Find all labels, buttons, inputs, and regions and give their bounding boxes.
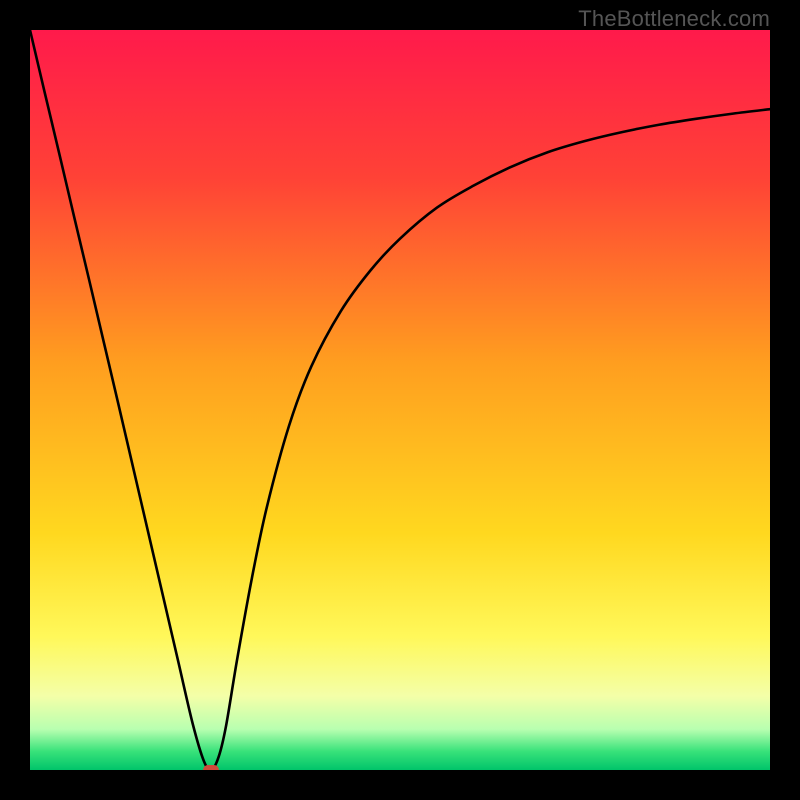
bottleneck-curve xyxy=(30,30,770,770)
curve-layer xyxy=(30,30,770,770)
minimum-marker xyxy=(203,765,219,770)
watermark-label: TheBottleneck.com xyxy=(578,6,770,32)
chart-frame: TheBottleneck.com xyxy=(0,0,800,800)
plot-area xyxy=(30,30,770,770)
